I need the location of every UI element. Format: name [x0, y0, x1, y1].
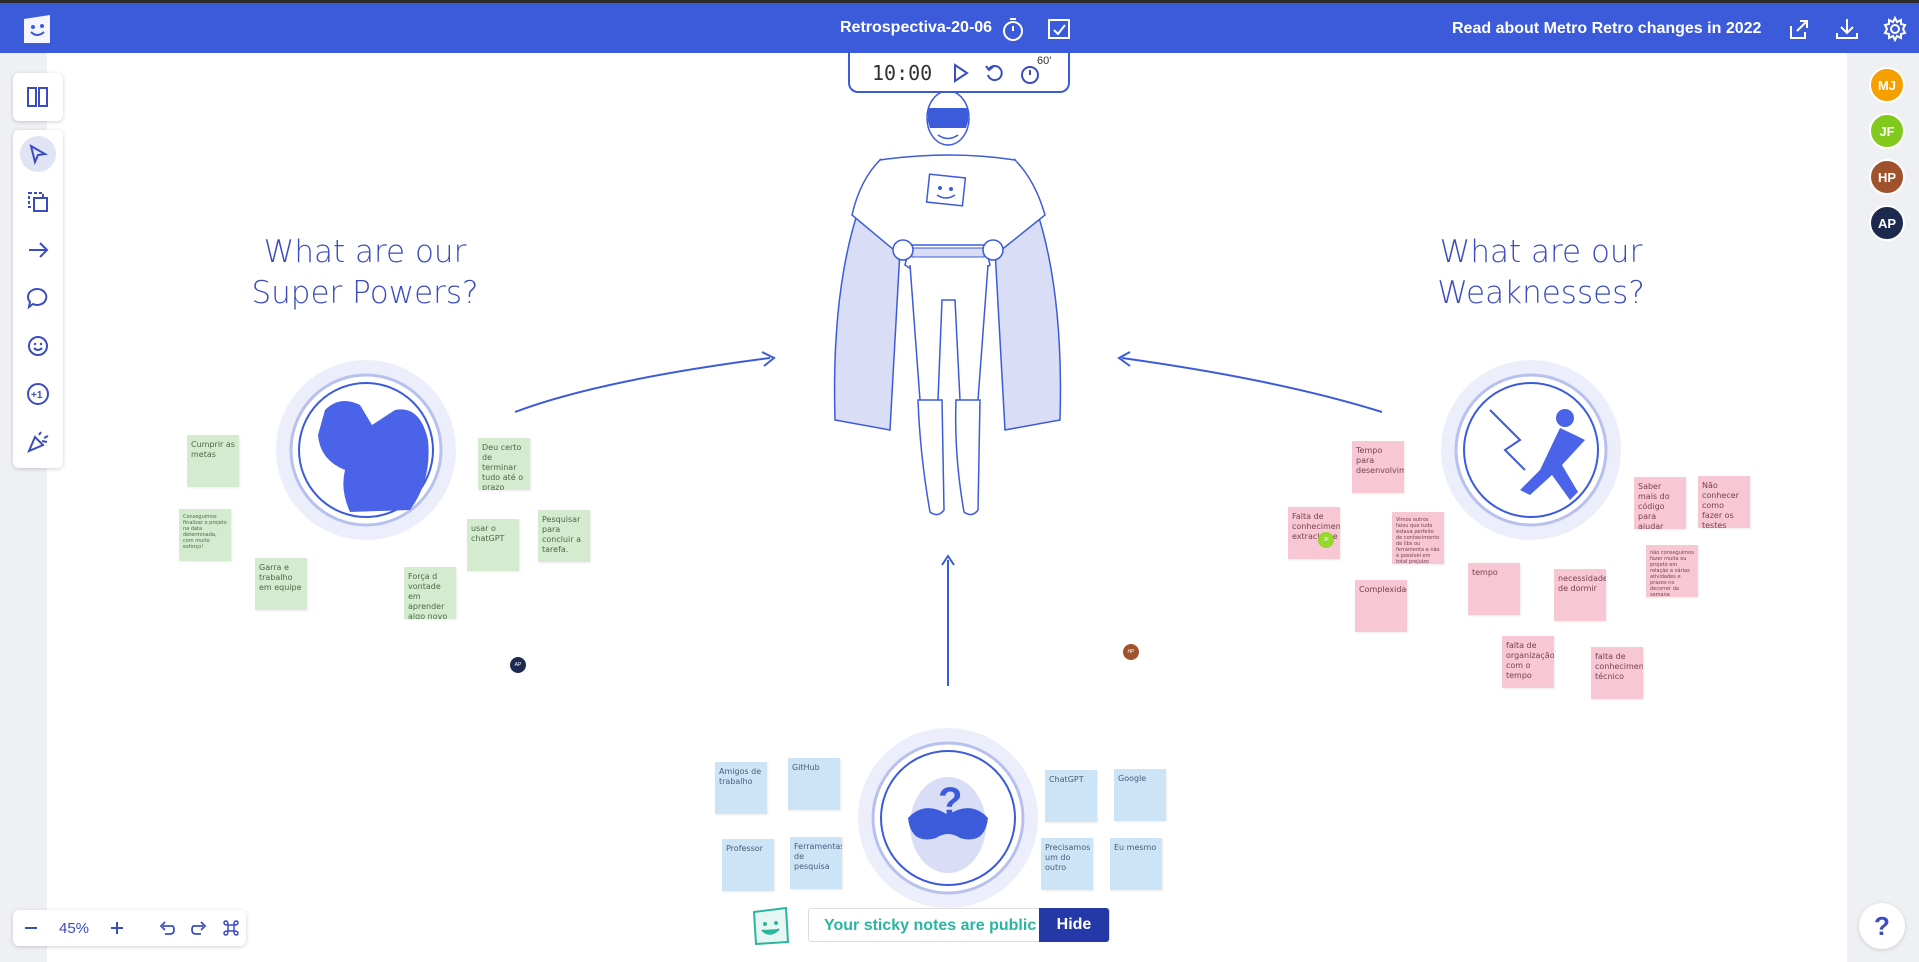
reset-icon[interactable]: [984, 63, 1004, 83]
super-powers-heading-line1: What are our: [263, 234, 467, 270]
sticky-note-pink[interactable]: Saber mais do código para ajudar: [1634, 477, 1686, 529]
redo-button[interactable]: [183, 910, 215, 946]
sticky-note-pink[interactable]: Complexidade: [1355, 580, 1407, 632]
avatar[interactable]: HP: [1869, 159, 1905, 195]
sticky-note-pink[interactable]: não conseguimos fazer muita ou projeto e…: [1646, 545, 1698, 597]
sticky-note-tool[interactable]: [20, 184, 56, 220]
redo-icon: [191, 921, 207, 935]
sticky-note-green[interactable]: Garra e trabalho em equipe: [255, 558, 307, 610]
weaknesses-heading: What are our Weaknesses?: [1416, 232, 1666, 314]
sticky-note-blue[interactable]: Precisamos um do outro: [1041, 838, 1093, 890]
weakness-badge-illustration: [1441, 360, 1621, 540]
shortcuts-button[interactable]: [215, 910, 246, 946]
avatar[interactable]: JF: [1869, 113, 1905, 149]
comment-tool[interactable]: [20, 280, 56, 316]
timer-preset-label[interactable]: 60': [1037, 55, 1051, 67]
plus-icon: [111, 922, 123, 934]
sticky-note-pink[interactable]: falta de conhecimento técnico: [1591, 647, 1643, 699]
public-notes-text: Your sticky notes are public: [824, 917, 1037, 934]
book-columns-icon: [27, 87, 48, 107]
undo-button[interactable]: [151, 910, 183, 946]
sticky-note-green[interactable]: Força d vontade em aprender algo novo: [404, 567, 456, 619]
svg-text:+1: +1: [31, 390, 43, 401]
smiley-icon: [28, 336, 48, 356]
countdown-timer: 10:00 60': [848, 53, 1070, 93]
sticky-note-blue[interactable]: Google: [1114, 769, 1166, 821]
party-popper-icon: [27, 431, 49, 453]
sticky-note-pink[interactable]: Vimos outros falou que tudo estava perfe…: [1392, 512, 1444, 564]
arrow-weak-line: [1121, 357, 1383, 413]
sticky-note-pink[interactable]: Tempo para desenvolvimento: [1352, 441, 1404, 493]
stack-notes-icon: [28, 192, 48, 212]
sticky-note-pink[interactable]: Não conhecer como fazer os testes: [1698, 476, 1750, 528]
sticky-note-pink[interactable]: necessidade de dormir: [1554, 569, 1606, 621]
sticky-note-blue[interactable]: ChatGPT: [1045, 770, 1097, 822]
weaknesses-heading-line2: Weaknesses?: [1437, 275, 1645, 311]
sticky-note-pink[interactable]: Falta de conhecimento extraclasse: [1288, 507, 1340, 559]
super-powers-heading: What are our Super Powers?: [240, 232, 490, 314]
arrow-right-icon: [29, 242, 49, 258]
sticky-note-green[interactable]: Cumprir as metas: [187, 435, 239, 487]
zoom-out-button[interactable]: [13, 910, 49, 946]
select-tool[interactable]: [20, 136, 56, 172]
celebrate-tool[interactable]: [20, 424, 56, 460]
sticky-mascot-icon: [752, 906, 790, 946]
board-illustrations: ?: [276, 90, 1621, 908]
sticky-note-blue[interactable]: Professor: [722, 839, 774, 891]
zoom-in-button[interactable]: [99, 910, 135, 946]
sticky-note-pink[interactable]: falta de organização com o tempo: [1502, 636, 1554, 688]
sticky-note-green[interactable]: Pesquisar para concluir a tarefa.: [538, 510, 590, 562]
sticky-note-green[interactable]: Conseguimos finalizar o projeto na data …: [179, 509, 231, 561]
emoji-tool[interactable]: [20, 328, 56, 364]
hide-notes-button[interactable]: Hide: [1039, 908, 1109, 942]
play-icon[interactable]: [952, 63, 970, 83]
sticky-note-blue[interactable]: Ferramentas de pesquisa: [790, 837, 842, 889]
remote-cursor-ap: AP: [510, 657, 526, 673]
weaknesses-heading-line1: What are our: [1439, 234, 1643, 270]
svg-text:?: ?: [938, 780, 962, 824]
muscle-badge-illustration: [276, 360, 456, 540]
remote-cursor-hp: HP: [1123, 644, 1139, 660]
avatar[interactable]: AP: [1869, 205, 1905, 241]
plus-one-icon: +1: [27, 383, 49, 405]
zoom-level[interactable]: 45%: [49, 910, 99, 946]
sticky-note-green[interactable]: Deu certo de terminar tudo até o prazo: [478, 438, 530, 490]
remote-cursor-jf: JF: [1318, 532, 1334, 548]
sticky-note-blue[interactable]: Amigos de trabalho: [715, 762, 767, 814]
super-powers-heading-line2: Super Powers?: [251, 275, 479, 311]
avatar[interactable]: MJ: [1869, 67, 1905, 103]
minus-icon: [25, 927, 37, 929]
help-button[interactable]: ?: [1859, 903, 1905, 949]
undo-icon: [159, 921, 175, 935]
superhero-illustration: [833, 90, 1062, 516]
sticky-note-green[interactable]: usar o chatGPT: [467, 519, 519, 571]
sticky-note-pink[interactable]: tempo: [1468, 563, 1520, 615]
speech-bubble-icon: [27, 287, 48, 310]
sticky-note-blue[interactable]: GitHub: [788, 758, 840, 810]
vote-tool[interactable]: +1: [20, 376, 56, 412]
sticky-note-blue[interactable]: Eu mesmo: [1110, 838, 1162, 890]
cursor-arrow-icon: [29, 143, 49, 166]
zoom-controls: 45%: [13, 910, 246, 946]
templates-tool[interactable]: [20, 79, 56, 115]
timer-value: 10:00: [872, 61, 933, 85]
arrow-powers-line: [514, 357, 771, 413]
arrow-tool[interactable]: [20, 232, 56, 268]
command-key-icon: [222, 920, 239, 936]
mystery-mask-badge-illustration: ?: [858, 728, 1038, 908]
